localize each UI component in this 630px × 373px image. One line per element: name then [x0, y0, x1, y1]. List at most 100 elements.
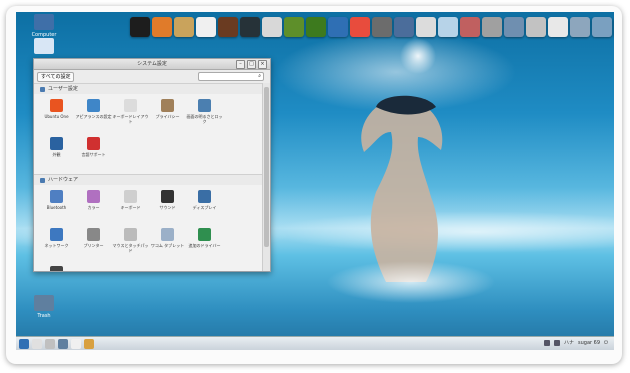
dock-app-icon[interactable]: [504, 17, 524, 37]
dock-app-icon[interactable]: [240, 17, 260, 37]
settings-item[interactable]: ワコム タブレット: [149, 225, 186, 263]
settings-item-label: 言語サポート: [81, 152, 106, 157]
settings-item[interactable]: 外観: [38, 134, 75, 172]
mouse-icon: [124, 228, 137, 241]
power-icon: [50, 266, 63, 271]
window-title: システム設定: [137, 61, 167, 67]
settings-item[interactable]: プリンター: [75, 225, 112, 263]
color-icon: [87, 190, 100, 203]
scrollbar-thumb[interactable]: [264, 87, 269, 247]
maximize-button[interactable]: □: [247, 60, 256, 69]
dock-app-icon[interactable]: [130, 17, 150, 37]
settings-item-label: カラー: [87, 205, 100, 210]
taskbar-app-icon[interactable]: [84, 339, 94, 349]
settings-item-label: キーボードレイアウト: [112, 114, 149, 124]
display-icon: [198, 190, 211, 203]
show-all-button[interactable]: すべての設定: [37, 72, 75, 82]
taskbar-app-icon[interactable]: [58, 339, 68, 349]
settings-item-label: Bluetooth: [46, 205, 67, 210]
dock-app-icon[interactable]: [416, 17, 436, 37]
power-icon[interactable]: ⏻: [604, 340, 608, 346]
dock-app-icon[interactable]: [262, 17, 282, 37]
trash-icon: [34, 295, 54, 311]
network-tray-icon[interactable]: [543, 339, 550, 346]
dock-app-icon[interactable]: [394, 17, 414, 37]
dock-app-icon[interactable]: [196, 17, 216, 37]
taskbar-app-icon[interactable]: [32, 339, 42, 349]
settings-item[interactable]: キーボードレイアウト: [112, 96, 149, 134]
settings-item-label: アピアランスの設定: [75, 114, 112, 119]
desktop-icon-computer[interactable]: Computer: [26, 14, 62, 38]
dock-app-icon[interactable]: [284, 17, 304, 37]
window-toolbar: すべての設定 ⌕: [34, 70, 270, 84]
speaker-icon: [161, 190, 174, 203]
settings-item[interactable]: キーボード: [112, 187, 149, 225]
dock-app-icon[interactable]: [218, 17, 238, 37]
dock-app-icon[interactable]: [526, 17, 546, 37]
settings-item-label: ディスプレイ: [192, 205, 217, 210]
settings-item[interactable]: Bluetooth: [38, 187, 75, 225]
settings-item[interactable]: 画面の明るさとロック: [186, 96, 223, 134]
search-input[interactable]: ⌕: [198, 72, 264, 81]
settings-item[interactable]: プライバシー: [149, 96, 186, 134]
dock-app-icon[interactable]: [548, 17, 568, 37]
user-name[interactable]: sugar 69: [578, 340, 600, 346]
dock-app-icon[interactable]: [438, 17, 458, 37]
settings-item-label: ネットワーク: [44, 243, 69, 248]
section-title: ハードウェア: [48, 177, 79, 183]
desktop-icon-folder[interactable]: [26, 38, 62, 56]
taskbar-app-icon[interactable]: [19, 339, 29, 349]
settings-item-label: プライバシー: [155, 114, 180, 119]
dock-app-icon[interactable]: [328, 17, 348, 37]
section-title: ユーザー設定: [48, 86, 78, 92]
settings-item[interactable]: マウスとタッチパッド: [112, 225, 149, 263]
close-button[interactable]: ×: [258, 60, 267, 69]
settings-sections: ユーザー設定 Ubuntu One アピアランスの設定 キーボードレイアウト プライバシ…: [34, 83, 262, 271]
dock-app-icon[interactable]: [372, 17, 392, 37]
privacy-icon: [161, 99, 174, 112]
dock-app-icon[interactable]: [570, 17, 590, 37]
dock-app-icon[interactable]: [350, 17, 370, 37]
dock-app-icon[interactable]: [482, 17, 502, 37]
system-tray: ハナ sugar 69 ⏻: [543, 339, 608, 346]
settings-item-label: 追加のドライバー: [188, 243, 221, 248]
dock-app-icon[interactable]: [460, 17, 480, 37]
settings-item[interactable]: Ubuntu One: [38, 96, 75, 134]
settings-item[interactable]: ネットワーク: [38, 225, 75, 263]
screen-lock-icon: [198, 99, 211, 112]
clock[interactable]: ハナ: [564, 339, 574, 346]
settings-item[interactable]: 電源: [38, 263, 75, 271]
taskbar-app-icon[interactable]: [45, 339, 55, 349]
settings-item-label: Ubuntu One: [44, 114, 69, 119]
computer-icon: [34, 14, 54, 30]
dock-app-icon[interactable]: [306, 17, 326, 37]
settings-item-label: ワコム タブレット: [150, 243, 185, 248]
taskbar-apps: [16, 339, 94, 349]
settings-item[interactable]: 言語サポート: [75, 134, 112, 172]
volume-tray-icon[interactable]: [553, 339, 560, 346]
flag-icon: [87, 137, 100, 150]
minimize-button[interactable]: –: [236, 60, 245, 69]
desktop-icon-trash[interactable]: Trash: [26, 295, 62, 319]
bluetooth-icon: [50, 190, 63, 203]
section-grid: Ubuntu One アピアランスの設定 キーボードレイアウト プライバシー 画面の明る…: [34, 94, 262, 174]
window-titlebar[interactable]: システム設定 – □ ×: [34, 59, 270, 70]
section-header: ハードウェア: [34, 174, 262, 185]
settings-item[interactable]: サウンド: [149, 187, 186, 225]
settings-item-label: 外観: [52, 152, 61, 157]
dock-app-icon[interactable]: [174, 17, 194, 37]
settings-item[interactable]: 追加のドライバー: [186, 225, 223, 263]
section-header: ユーザー設定: [34, 83, 262, 94]
vertical-scrollbar[interactable]: [262, 83, 270, 271]
taskbar-app-icon[interactable]: [71, 339, 81, 349]
settings-item[interactable]: ディスプレイ: [186, 187, 223, 225]
settings-item[interactable]: アピアランスの設定: [75, 96, 112, 134]
dock-app-icon[interactable]: [592, 17, 612, 37]
settings-item-label: 画面の明るさとロック: [186, 114, 223, 124]
dock-app-icon[interactable]: [152, 17, 172, 37]
printer-icon: [87, 228, 100, 241]
top-dock: [130, 14, 614, 44]
folder-icon: [34, 38, 54, 54]
settings-item[interactable]: カラー: [75, 187, 112, 225]
network-icon: [50, 228, 63, 241]
